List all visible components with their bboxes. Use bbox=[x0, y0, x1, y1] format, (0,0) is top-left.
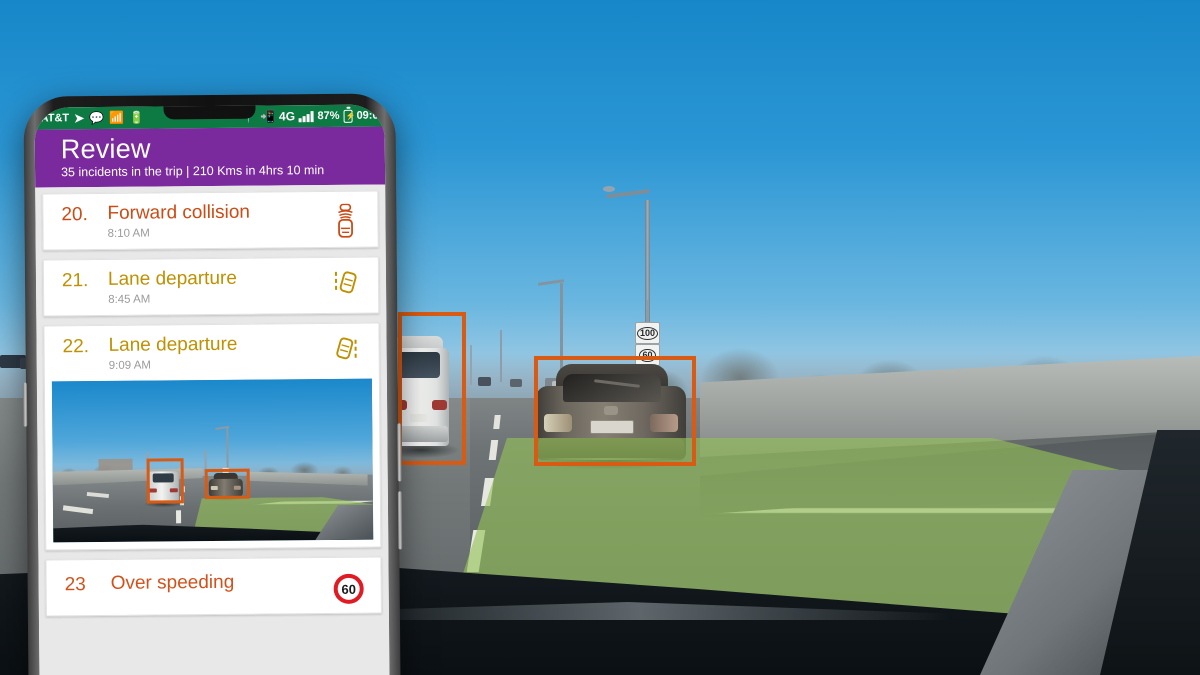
incident-label: Lane departure bbox=[108, 333, 238, 357]
incident-thumbnail[interactable] bbox=[51, 378, 374, 543]
distant-vehicle-1 bbox=[478, 377, 491, 386]
thumb-detection-box-hatchback bbox=[204, 468, 250, 500]
incident-label: Forward collision bbox=[107, 201, 251, 225]
phone-screen: AT&T ➤ 💬 📶 🔋 📍 📲 4G 87% ⚡ 09:0 Review 35… bbox=[34, 104, 390, 675]
wifi-signal-icon: 📶 bbox=[109, 110, 125, 125]
bluetooth-battery-icon: 🔋 bbox=[129, 110, 145, 125]
signal-bars-icon bbox=[299, 110, 314, 122]
volume-up-button[interactable] bbox=[397, 423, 402, 482]
message-icon: 💬 bbox=[89, 110, 105, 126]
lane-departure-left-icon bbox=[334, 271, 357, 294]
charging-battery-icon: ⚡ bbox=[343, 109, 356, 123]
thumb-detection-box-suv bbox=[146, 458, 184, 504]
distant-vehicle-2 bbox=[510, 379, 522, 387]
incident-label: Lane departure bbox=[107, 268, 237, 291]
list-item[interactable]: 20. Forward collision 8:10 AM bbox=[42, 190, 379, 251]
carrier-label: AT&T bbox=[40, 112, 70, 125]
incident-list[interactable]: 20. Forward collision 8:10 AM 21. Lane d… bbox=[35, 184, 390, 675]
incident-time bbox=[111, 596, 329, 598]
incident-index: 20. bbox=[61, 204, 88, 226]
incident-time: 9:09 AM bbox=[108, 359, 151, 372]
incident-index: 22. bbox=[62, 336, 90, 358]
thumb-lane-dash-3 bbox=[176, 510, 182, 524]
power-button[interactable] bbox=[22, 382, 28, 427]
incident-index: 21. bbox=[61, 270, 89, 292]
page-title: Review bbox=[60, 133, 151, 165]
list-item[interactable]: 23 Over speeding 60 bbox=[45, 556, 382, 617]
network-type-icon: 4G bbox=[278, 109, 296, 124]
incident-label: Over speeding bbox=[110, 571, 235, 594]
incident-time: 8:10 AM bbox=[107, 227, 150, 241]
clock-label: 09:0 bbox=[356, 109, 379, 122]
incident-index: 23 bbox=[64, 574, 86, 596]
lane-departure-right-icon bbox=[336, 337, 357, 360]
battery-percent-label: 87% bbox=[317, 109, 340, 123]
speed-limit-value: 60 bbox=[341, 581, 356, 597]
detection-box-hatchback bbox=[534, 356, 696, 466]
detection-box-white-suv bbox=[398, 312, 466, 465]
streetlight-lamp bbox=[603, 186, 615, 192]
incident-time: 8:45 AM bbox=[108, 293, 151, 307]
bluetooth-icon: 📲 bbox=[259, 109, 276, 124]
speed-limit-100-value: 100 bbox=[636, 326, 659, 340]
speed-limit-sign-100: 100 bbox=[635, 322, 660, 344]
speed-limit-sign-icon: 60 bbox=[333, 573, 364, 604]
list-item[interactable]: 21. Lane departure 8:45 AM bbox=[42, 256, 380, 317]
list-item[interactable]: 22. Lane departure 9:09 AM bbox=[43, 322, 382, 551]
sign-pole-4 bbox=[470, 345, 472, 385]
sign-pole-3 bbox=[500, 330, 502, 382]
navigation-arrow-icon: ➤ bbox=[74, 111, 85, 126]
phone-device-mockup: AT&T ➤ 💬 📶 🔋 📍 📲 4G 87% ⚡ 09:0 Review 35… bbox=[22, 93, 403, 675]
phone-notch bbox=[163, 105, 256, 120]
app-header: Review 35 incidents in the trip | 210 Km… bbox=[34, 126, 386, 188]
forward-collision-icon bbox=[338, 203, 353, 238]
trip-summary-subtitle: 35 incidents in the trip | 210 Kms in 4h… bbox=[60, 162, 325, 179]
volume-down-button[interactable] bbox=[397, 491, 403, 550]
